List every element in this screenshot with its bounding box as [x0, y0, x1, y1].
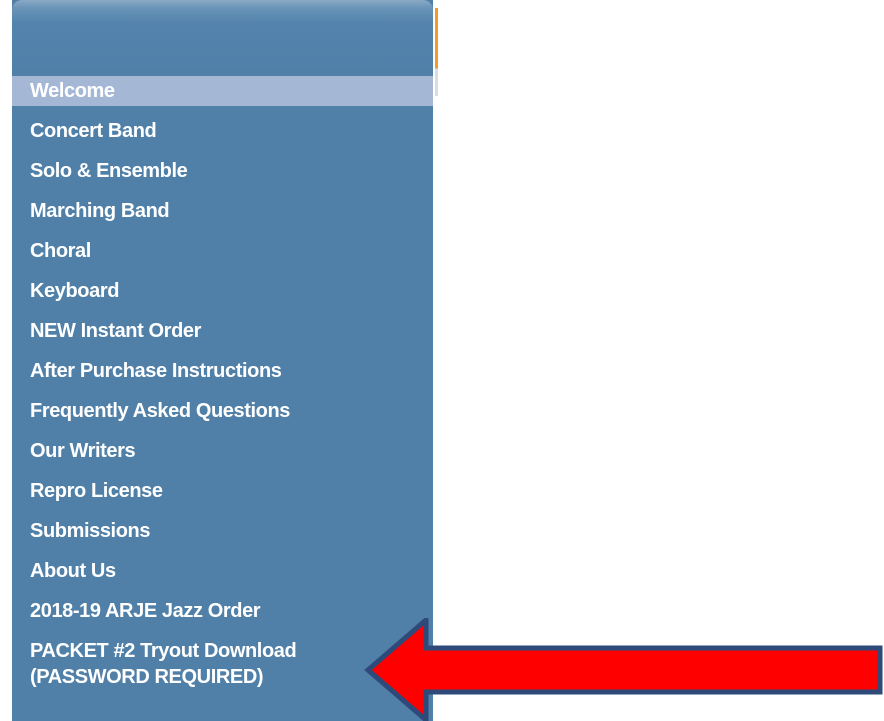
- sidebar-item-keyboard[interactable]: Keyboard: [12, 276, 433, 316]
- sidebar-item-new-instant-order[interactable]: NEW Instant Order: [12, 316, 433, 356]
- sidebar-item-faq[interactable]: Frequently Asked Questions: [12, 396, 433, 436]
- sidebar-item-welcome[interactable]: Welcome: [12, 76, 433, 106]
- sidebar-item-concert-band[interactable]: Concert Band: [12, 116, 433, 156]
- sidebar-item-after-purchase-instructions[interactable]: After Purchase Instructions: [12, 356, 433, 396]
- sidebar-item-marching-band[interactable]: Marching Band: [12, 196, 433, 236]
- sidebar-item-solo-ensemble[interactable]: Solo & Ensemble: [12, 156, 433, 196]
- sidebar-item-repro-license[interactable]: Repro License: [12, 476, 433, 516]
- sidebar-item-about-us[interactable]: About Us: [12, 556, 433, 596]
- red-left-arrow-icon: [364, 618, 883, 721]
- sidebar-nav: Welcome Concert Band Solo & Ensemble Mar…: [12, 0, 433, 721]
- sidebar-header: [12, 0, 433, 76]
- sidebar-item-our-writers[interactable]: Our Writers: [12, 436, 433, 476]
- sidebar-menu: Welcome Concert Band Solo & Ensemble Mar…: [12, 76, 433, 690]
- sidebar-item-submissions[interactable]: Submissions: [12, 516, 433, 556]
- sidebar-item-choral[interactable]: Choral: [12, 236, 433, 276]
- header-accent-strip: [435, 8, 438, 96]
